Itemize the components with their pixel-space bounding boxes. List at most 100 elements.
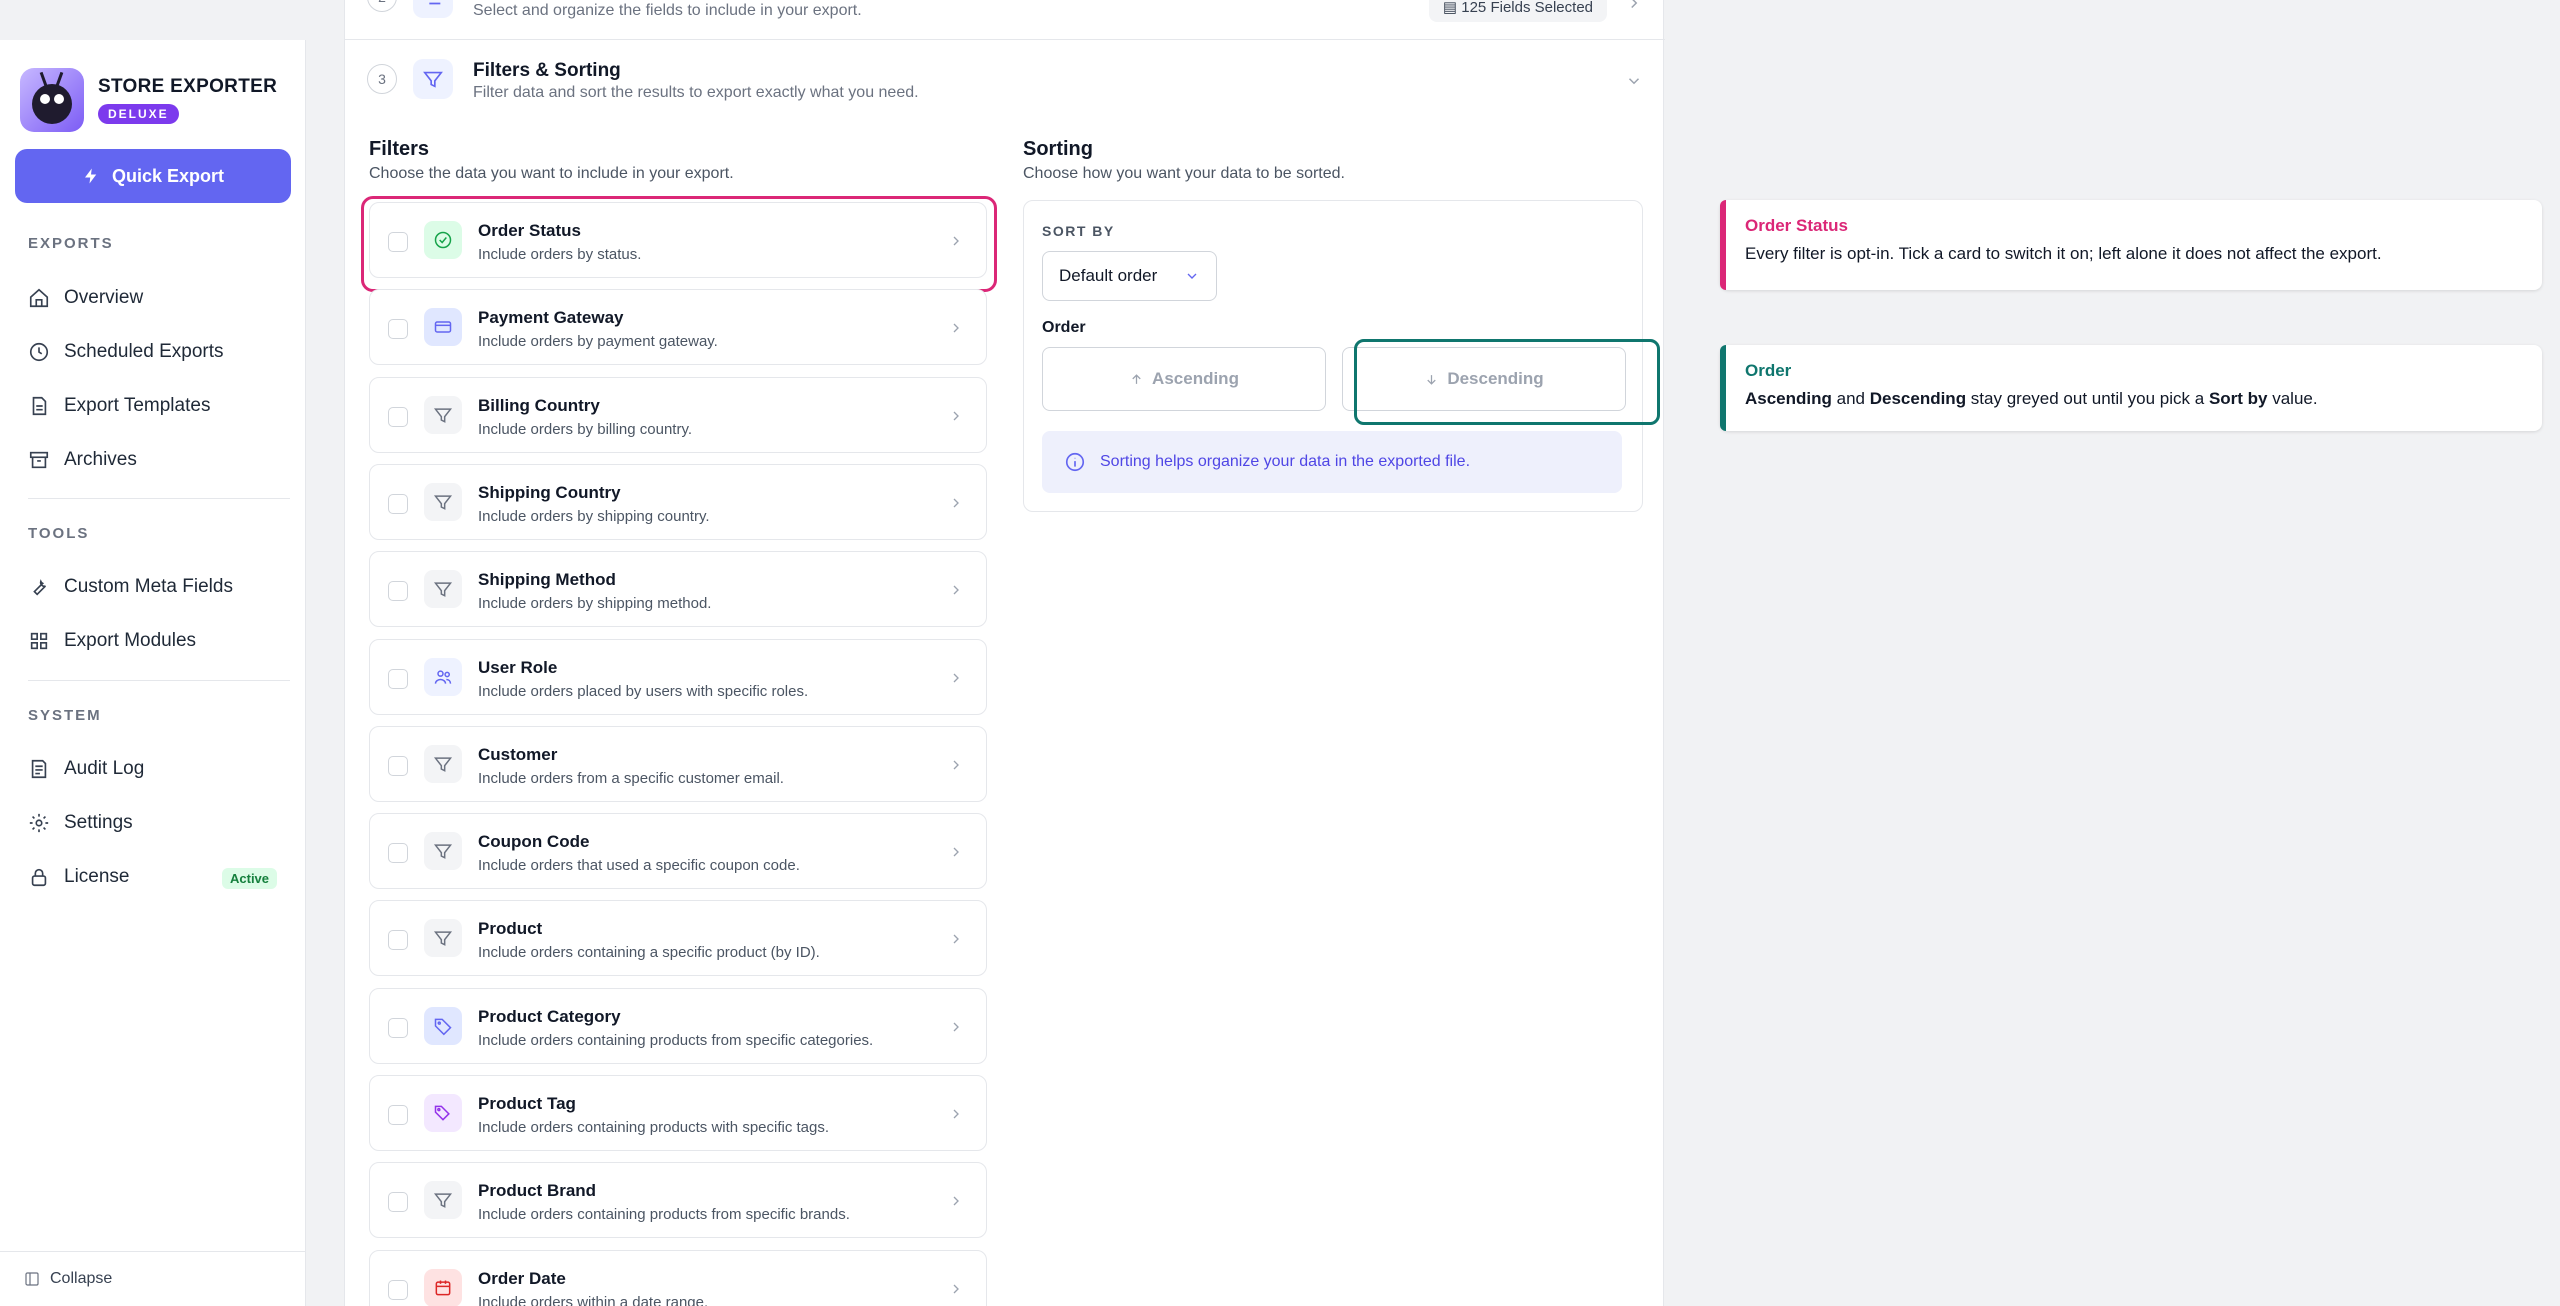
filter-card-billing-country[interactable]: Billing Country Include orders by billing… bbox=[369, 376, 987, 453]
filter-title: User Role bbox=[478, 657, 558, 677]
sorting-subtitle: Choose how you want your data to be sort… bbox=[1023, 165, 1345, 182]
chevron-right-icon bbox=[953, 673, 959, 682]
filter-checkbox[interactable] bbox=[388, 668, 408, 689]
sidebar-item-license[interactable]: License bbox=[28, 866, 130, 888]
arrow-up-icon bbox=[1132, 373, 1141, 384]
sidebar-item-overview[interactable]: Overview bbox=[28, 287, 143, 309]
filter-card-order-date[interactable]: Order Date Include orders within a date r… bbox=[369, 1249, 987, 1306]
sidebar-item-archives[interactable]: Archives bbox=[28, 449, 137, 471]
nav-section-exports: EXPORTS bbox=[28, 235, 114, 252]
sidebar-item-export-templates[interactable]: Export Templates bbox=[28, 395, 210, 417]
filter-icon bbox=[433, 408, 453, 423]
sidebar-item-label: License bbox=[64, 866, 130, 887]
step-icon bbox=[413, 0, 453, 18]
chevron-right-icon bbox=[953, 1196, 959, 1206]
sidebar-item-label: Audit Log bbox=[64, 758, 145, 779]
chevron-right-icon bbox=[953, 934, 959, 944]
filter-card-order-status[interactable]: Order Status Include orders by status. bbox=[369, 202, 987, 278]
filter-checkbox[interactable] bbox=[388, 232, 408, 252]
filter-description: Include orders containing products with … bbox=[478, 1119, 830, 1136]
filter-checkbox[interactable] bbox=[388, 1105, 408, 1125]
lock-icon bbox=[31, 868, 47, 887]
sort-by-label: SORT BY bbox=[1042, 223, 1115, 239]
chevron-right-icon bbox=[953, 847, 959, 857]
filter-checkbox[interactable] bbox=[388, 1017, 408, 1038]
filter-description: Include orders by billing country. bbox=[478, 420, 692, 438]
ascending-button[interactable]: Ascending bbox=[1042, 347, 1326, 411]
chevron-right-icon bbox=[1631, 0, 1638, 9]
license-status-badge: Active bbox=[222, 868, 278, 889]
filter-icon-wrap bbox=[424, 482, 462, 521]
sidebar-item-export-modules[interactable]: Export Modules bbox=[28, 630, 196, 652]
filter-card-coupon-code[interactable]: Coupon Code Include orders that used a sp… bbox=[369, 813, 987, 890]
quick-export-button[interactable]: Quick Export bbox=[15, 149, 291, 203]
filter-checkbox[interactable] bbox=[388, 581, 408, 602]
filter-card-customer[interactable]: Customer Include orders from a specific c… bbox=[369, 725, 987, 802]
filter-card-product-tag[interactable]: Product Tag Include orders containing pro… bbox=[369, 1075, 987, 1151]
filter-title: Billing Country bbox=[478, 395, 600, 415]
sort-by-select[interactable]: Default order bbox=[1042, 251, 1217, 301]
filter-checkbox[interactable] bbox=[388, 1279, 408, 1300]
chevron-right-icon bbox=[953, 411, 959, 421]
sidebar-item-scheduled-exports[interactable]: Scheduled Exports bbox=[28, 341, 224, 363]
filter-icon-wrap bbox=[424, 1181, 462, 1220]
sidebar: STORE EXPORTER DELUXE Quick Export EXPOR… bbox=[0, 40, 306, 1306]
filter-title: Order Status bbox=[478, 221, 581, 240]
filter-card-product-category[interactable]: Product Category Include orders containin… bbox=[369, 987, 987, 1064]
filter-card-product-brand[interactable]: Product Brand Include orders containing p… bbox=[369, 1162, 987, 1239]
filter-icon bbox=[433, 757, 453, 772]
filter-card-product[interactable]: Product Include orders containing a speci… bbox=[369, 900, 987, 977]
sorting-panel: SORT BY Default order Order Ascending De… bbox=[1023, 200, 1660, 512]
nav-section-tools: TOOLS bbox=[28, 525, 90, 542]
sidebar-item-label: Export Templates bbox=[64, 395, 211, 416]
step-fields[interactable]: 2 Select and organize the fields to incl… bbox=[345, 0, 1665, 40]
filter-card-user-role[interactable]: User Role Include orders placed by users … bbox=[369, 638, 987, 715]
chevron-right-icon bbox=[953, 1022, 959, 1032]
filter-card-shipping-method[interactable]: Shipping Method Include orders by shippin… bbox=[369, 551, 987, 628]
filter-checkbox[interactable] bbox=[388, 930, 408, 951]
callout-order-status: Order Status Every filter is opt-in. Tic… bbox=[1720, 200, 2542, 290]
collapse-button[interactable]: Collapse bbox=[0, 1251, 306, 1306]
sidebar-item-label: Overview bbox=[64, 287, 144, 308]
wrench-icon bbox=[33, 579, 47, 596]
calendar-icon bbox=[435, 1280, 451, 1296]
filter-checkbox[interactable] bbox=[388, 1192, 408, 1213]
step-filters-sorting[interactable]: 3 Filters & Sorting Filter data and sort… bbox=[345, 40, 1665, 120]
main-panel: 2 Select and organize the fields to incl… bbox=[344, 0, 1665, 1306]
chevron-right-icon bbox=[953, 760, 959, 770]
step-icon bbox=[413, 59, 453, 99]
clock-icon bbox=[29, 342, 49, 362]
fields-selected-badge: ▤ 125 Fields Selected bbox=[1428, 0, 1607, 22]
filters-subtitle: Choose the data you want to include in y… bbox=[369, 165, 734, 182]
filter-card-payment-gateway[interactable]: Payment Gateway Include orders by payment… bbox=[369, 289, 987, 366]
filter-checkbox[interactable] bbox=[388, 843, 408, 864]
callout-title: Order bbox=[1745, 361, 1792, 380]
chevron-right-icon bbox=[953, 236, 959, 246]
filter-title: Product Category bbox=[478, 1006, 621, 1026]
descending-highlight bbox=[1354, 339, 1660, 425]
chevron-right-icon bbox=[953, 585, 959, 595]
sidebar-item-audit-log[interactable]: Audit Log bbox=[28, 758, 144, 780]
filter-description: Include orders placed by users with spec… bbox=[478, 682, 809, 700]
filter-description: Include orders containing products from … bbox=[478, 1031, 874, 1049]
step-number: 2 bbox=[367, 0, 397, 12]
gear-icon bbox=[29, 813, 49, 833]
filter-card-shipping-country[interactable]: Shipping Country Include orders by shippi… bbox=[369, 463, 987, 540]
sidebar-item-custom-meta-fields[interactable]: Custom Meta Fields bbox=[28, 576, 233, 598]
filters-title: Filters bbox=[369, 138, 430, 160]
collapse-label: Collapse bbox=[50, 1270, 113, 1287]
filter-checkbox[interactable] bbox=[388, 755, 408, 776]
chevron-down-icon bbox=[1628, 78, 1640, 85]
callout-body: Every filter is opt-in. Tick a card to s… bbox=[1745, 244, 2382, 263]
filter-description: Include orders containing a specific pro… bbox=[478, 944, 820, 962]
filter-icon bbox=[433, 844, 453, 859]
sidebar-item-label: Settings bbox=[64, 812, 133, 833]
filter-checkbox[interactable] bbox=[388, 493, 408, 514]
filter-checkbox[interactable] bbox=[388, 406, 408, 427]
filter-checkbox[interactable] bbox=[388, 319, 408, 340]
filter-title: Product bbox=[478, 919, 543, 939]
filter-description: Include orders by payment gateway. bbox=[478, 333, 718, 351]
callout-title: Order Status bbox=[1745, 216, 1848, 235]
filter-title: Order Date bbox=[478, 1268, 566, 1288]
sidebar-item-settings[interactable]: Settings bbox=[28, 812, 133, 834]
